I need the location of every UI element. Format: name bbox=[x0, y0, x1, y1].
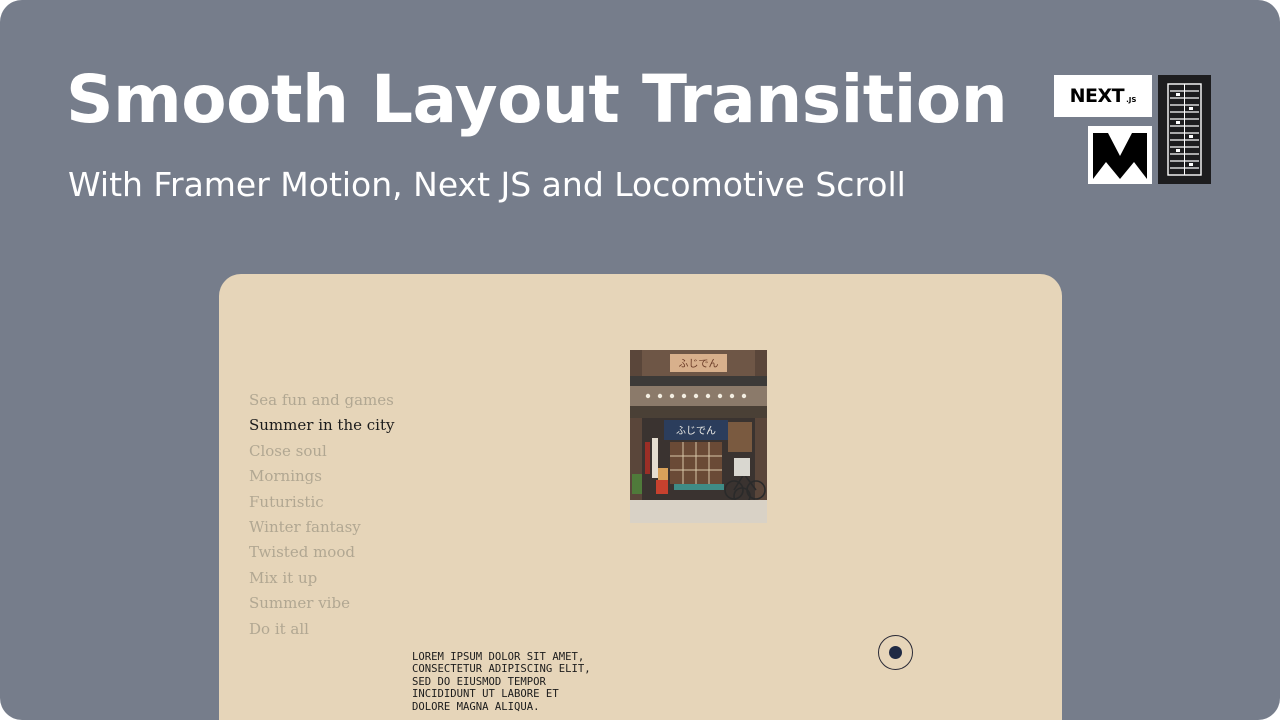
preview-card: Sea fun and games Summer in the city Clo… bbox=[219, 274, 1062, 720]
shop-sign-main: ふじでん bbox=[676, 425, 716, 437]
menu-item-sea-fun-and-games[interactable]: Sea fun and games bbox=[249, 388, 394, 413]
nextjs-logo-word: NEXT bbox=[1069, 85, 1125, 107]
description-text: LOREM IPSUM DOLOR SIT AMET, CONSECTETUR … bbox=[412, 651, 591, 713]
slide-background: Smooth Layout Transition With Framer Mot… bbox=[0, 0, 1280, 720]
nextjs-logo: NEXT .JS bbox=[1054, 75, 1152, 117]
menu-item-mix-it-up[interactable]: Mix it up bbox=[249, 566, 394, 591]
menu-item-close-soul[interactable]: Close soul bbox=[249, 439, 394, 464]
menu-item-twisted-mood[interactable]: Twisted mood bbox=[249, 540, 394, 565]
cursor-dot bbox=[888, 645, 902, 659]
custom-cursor-icon bbox=[878, 635, 913, 670]
menu-item-mornings[interactable]: Mornings bbox=[249, 464, 394, 489]
collection-menu: Sea fun and games Summer in the city Clo… bbox=[249, 388, 394, 642]
menu-item-do-it-all[interactable]: Do it all bbox=[249, 617, 394, 642]
page-subtitle: With Framer Motion, Next JS and Locomoti… bbox=[68, 165, 906, 204]
featured-photo[interactable]: ふじでん ふじでん bbox=[630, 350, 767, 523]
nextjs-logo-suffix: .JS bbox=[1126, 95, 1137, 104]
menu-item-winter-fantasy[interactable]: Winter fantasy bbox=[249, 515, 394, 540]
page-title: Smooth Layout Transition bbox=[66, 61, 1008, 138]
framer-motion-logo-icon bbox=[1088, 126, 1152, 184]
menu-item-futuristic[interactable]: Futuristic bbox=[249, 490, 394, 515]
menu-item-summer-in-the-city[interactable]: Summer in the city bbox=[249, 413, 394, 438]
menu-item-summer-vibe[interactable]: Summer vibe bbox=[249, 591, 394, 616]
shop-sign-top: ふじでん bbox=[679, 358, 719, 370]
locomotive-scroll-logo-icon bbox=[1158, 75, 1211, 184]
